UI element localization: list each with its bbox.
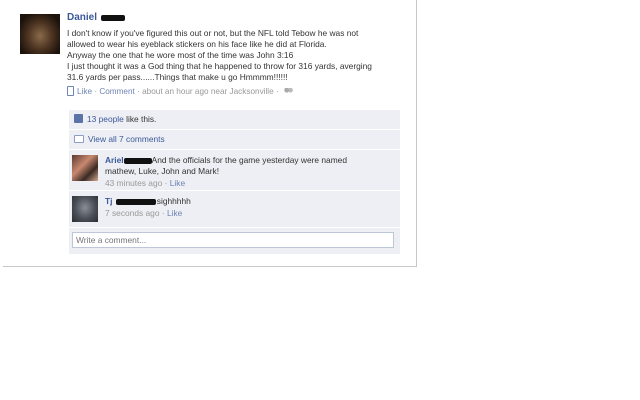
comment-text-cont: mathew, Luke, John and Mark! bbox=[105, 166, 220, 176]
comment-meta: 43 minutes ago · Like bbox=[105, 178, 395, 189]
separator: · bbox=[161, 208, 165, 218]
comment-text: sighhhhh bbox=[156, 196, 191, 206]
comment-timestamp[interactable]: 43 minutes ago bbox=[105, 178, 162, 188]
comment-link[interactable]: Comment bbox=[99, 87, 135, 96]
post-line: 31.6 yards per pass......Things that mak… bbox=[67, 72, 288, 82]
comments-box: 13 people like this. View all 7 comments… bbox=[69, 110, 400, 255]
like-link[interactable]: Like bbox=[77, 87, 92, 96]
post-line: allowed to wear his eyeblack stickers on… bbox=[67, 39, 327, 49]
mobile-icon bbox=[67, 86, 74, 96]
comment-like-link[interactable]: Like bbox=[167, 208, 182, 218]
likes-row: 13 people like this. bbox=[69, 110, 400, 130]
comment-meta: 7 seconds ago · Like bbox=[105, 208, 395, 219]
view-all-comments-link[interactable]: View all 7 comments bbox=[88, 134, 165, 144]
commenter-avatar[interactable] bbox=[72, 196, 98, 222]
author-avatar[interactable] bbox=[20, 14, 60, 54]
comment-body: Tj sighhhhh 7 seconds ago · Like bbox=[105, 196, 395, 219]
redacted-surname bbox=[115, 198, 156, 205]
redacted-surname bbox=[100, 14, 125, 21]
thumbs-up-icon bbox=[74, 114, 83, 123]
post-message: I don't know if you've figured this out … bbox=[67, 28, 412, 83]
separator: · bbox=[94, 87, 98, 96]
write-comment-row bbox=[69, 228, 400, 255]
comment-like-link[interactable]: Like bbox=[170, 178, 185, 188]
commenter-name[interactable]: Tj bbox=[105, 196, 112, 206]
author-line: Daniel bbox=[67, 12, 412, 26]
feed-story: Daniel I don't know if you've figured th… bbox=[67, 12, 412, 98]
post-line: I just thought it was a God thing that h… bbox=[67, 61, 372, 71]
comment-bubble-icon bbox=[74, 135, 84, 143]
commenter-name[interactable]: Ariel bbox=[105, 155, 124, 165]
write-comment-input[interactable] bbox=[72, 232, 394, 248]
comment-text: And the officials for the game yesterday… bbox=[151, 155, 347, 165]
friends-privacy-icon[interactable] bbox=[283, 88, 293, 95]
view-all-comments-row[interactable]: View all 7 comments bbox=[69, 130, 400, 150]
author-name[interactable]: Daniel bbox=[67, 12, 97, 23]
comment-item: Tj sighhhhh 7 seconds ago · Like bbox=[69, 191, 400, 228]
comment-item: Ariel And the officials for the game yest… bbox=[69, 150, 400, 191]
likes-count-link[interactable]: 13 people bbox=[87, 114, 124, 124]
comment-body: Ariel And the officials for the game yest… bbox=[105, 155, 395, 189]
comment-timestamp[interactable]: 7 seconds ago bbox=[105, 208, 159, 218]
post-timestamp[interactable]: about an hour ago near Jacksonville bbox=[142, 87, 274, 96]
likes-suffix: like this. bbox=[123, 114, 157, 124]
separator: · bbox=[275, 87, 279, 96]
separator: · bbox=[137, 87, 140, 96]
commenter-avatar[interactable] bbox=[72, 155, 98, 181]
post-line: Anyway the one that he wore most of the … bbox=[67, 50, 294, 60]
redacted-surname bbox=[123, 157, 152, 164]
separator: · bbox=[164, 178, 168, 188]
post-line: I don't know if you've figured this out … bbox=[67, 28, 359, 38]
post-actions: Like · Comment · about an hour ago near … bbox=[67, 86, 412, 98]
